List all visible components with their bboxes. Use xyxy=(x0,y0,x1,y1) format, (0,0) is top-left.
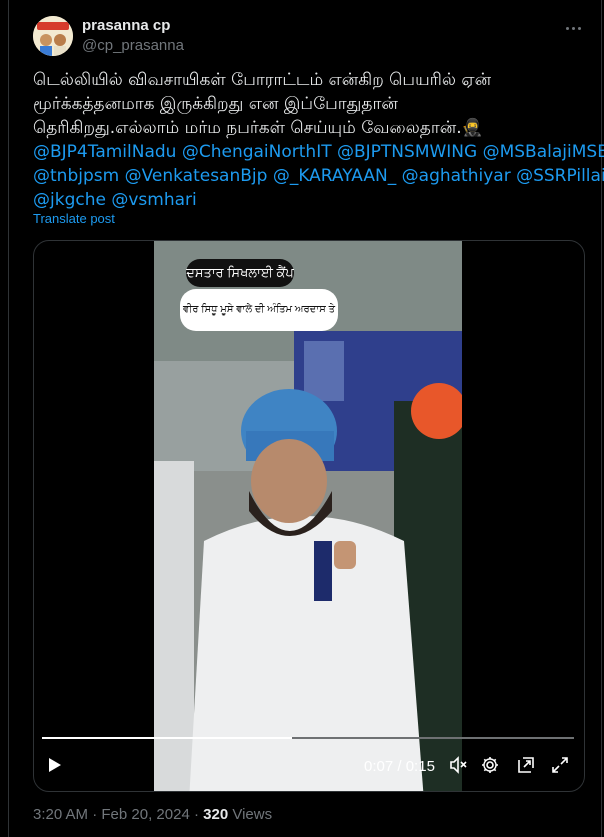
video-progress-bar[interactable] xyxy=(42,737,574,739)
tweet-text-line: தெரிகிறது.எல்லாம் மர்ம நபர்கள் செய்யும் … xyxy=(33,118,483,138)
views-label: Views xyxy=(232,806,273,823)
mentions-line[interactable]: @BJP4TamilNadu @ChengaiNorthIT @BJPTNSMW… xyxy=(33,140,604,164)
video-frame[interactable]: ਦਸਤਾਰ ਸਿਖਲਾਈ ਕੈਂਪ ਵੀਰ ਸਿਧੂ ਮੂਸੇ ਵਾਲੇ ਦੀ … xyxy=(154,241,462,791)
mentions-line[interactable]: @tnbjpsm @VenkatesanBjp @_KARAYAAN_ @agh… xyxy=(33,164,604,188)
author-name[interactable]: prasanna cp xyxy=(82,17,170,34)
settings-icon[interactable] xyxy=(478,753,502,777)
video-total-time: 0:15 xyxy=(405,758,435,775)
play-icon[interactable] xyxy=(42,753,66,777)
fullscreen-icon[interactable] xyxy=(548,753,572,777)
author-handle[interactable]: @cp_prasanna xyxy=(82,37,184,54)
video-overlay-subtitle: ਵੀਰ ਸਿਧੂ ਮੂਸੇ ਵਾਲੇ ਦੀ ਅੰਤਿਮ ਅਰਦਾਸ ਤੇ xyxy=(180,289,338,331)
meta-separator: · xyxy=(193,806,204,823)
tweet-text-line: டெல்லியில் விவசாயிகள் போராட்டம் என்கிற ப… xyxy=(33,70,492,90)
video-time: 0:07 / 0:15 xyxy=(364,758,435,775)
more-icon[interactable] xyxy=(561,16,585,40)
video-player[interactable]: ਦਸਤਾਰ ਸਿਖਲਾਈ ਕੈਂਪ ਵੀਰ ਸਿਧੂ ਮੂਸੇ ਵਾਲੇ ਦੀ … xyxy=(33,240,585,792)
avatar-image xyxy=(33,16,73,56)
tweet-text-line: மூர்க்கத்தனமாக இருக்கிறது என இப்போதுதான் xyxy=(33,94,398,114)
mute-icon[interactable] xyxy=(446,753,470,777)
avatar[interactable] xyxy=(33,16,73,56)
video-time-separator: / xyxy=(397,758,406,775)
post-date[interactable]: Feb 20, 2024 xyxy=(101,806,189,823)
tweet-card: prasanna cp @cp_prasanna டெல்லியில் விவச… xyxy=(8,0,604,837)
tweet-text: டெல்லியில் விவசாயிகள் போராட்டம் என்கிற ப… xyxy=(33,68,604,212)
pip-icon[interactable] xyxy=(514,753,538,777)
video-overlay-title: ਦਸਤਾਰ ਸਿਖਲਾਈ ਕੈਂਪ xyxy=(186,259,294,287)
tweet-meta: 3:20 AM · Feb 20, 2024 · 320 Views xyxy=(33,806,272,823)
post-time[interactable]: 3:20 AM xyxy=(33,806,88,823)
mentions-line[interactable]: @jkgche @vsmhari xyxy=(33,188,593,212)
video-progress-fill xyxy=(42,737,293,739)
video-controls: 0:07 / 0:15 xyxy=(34,721,584,791)
meta-separator: · xyxy=(92,806,102,823)
translate-post-link[interactable]: Translate post xyxy=(33,211,115,226)
views-count: 320 xyxy=(203,806,229,823)
video-current-time: 0:07 xyxy=(364,758,394,775)
